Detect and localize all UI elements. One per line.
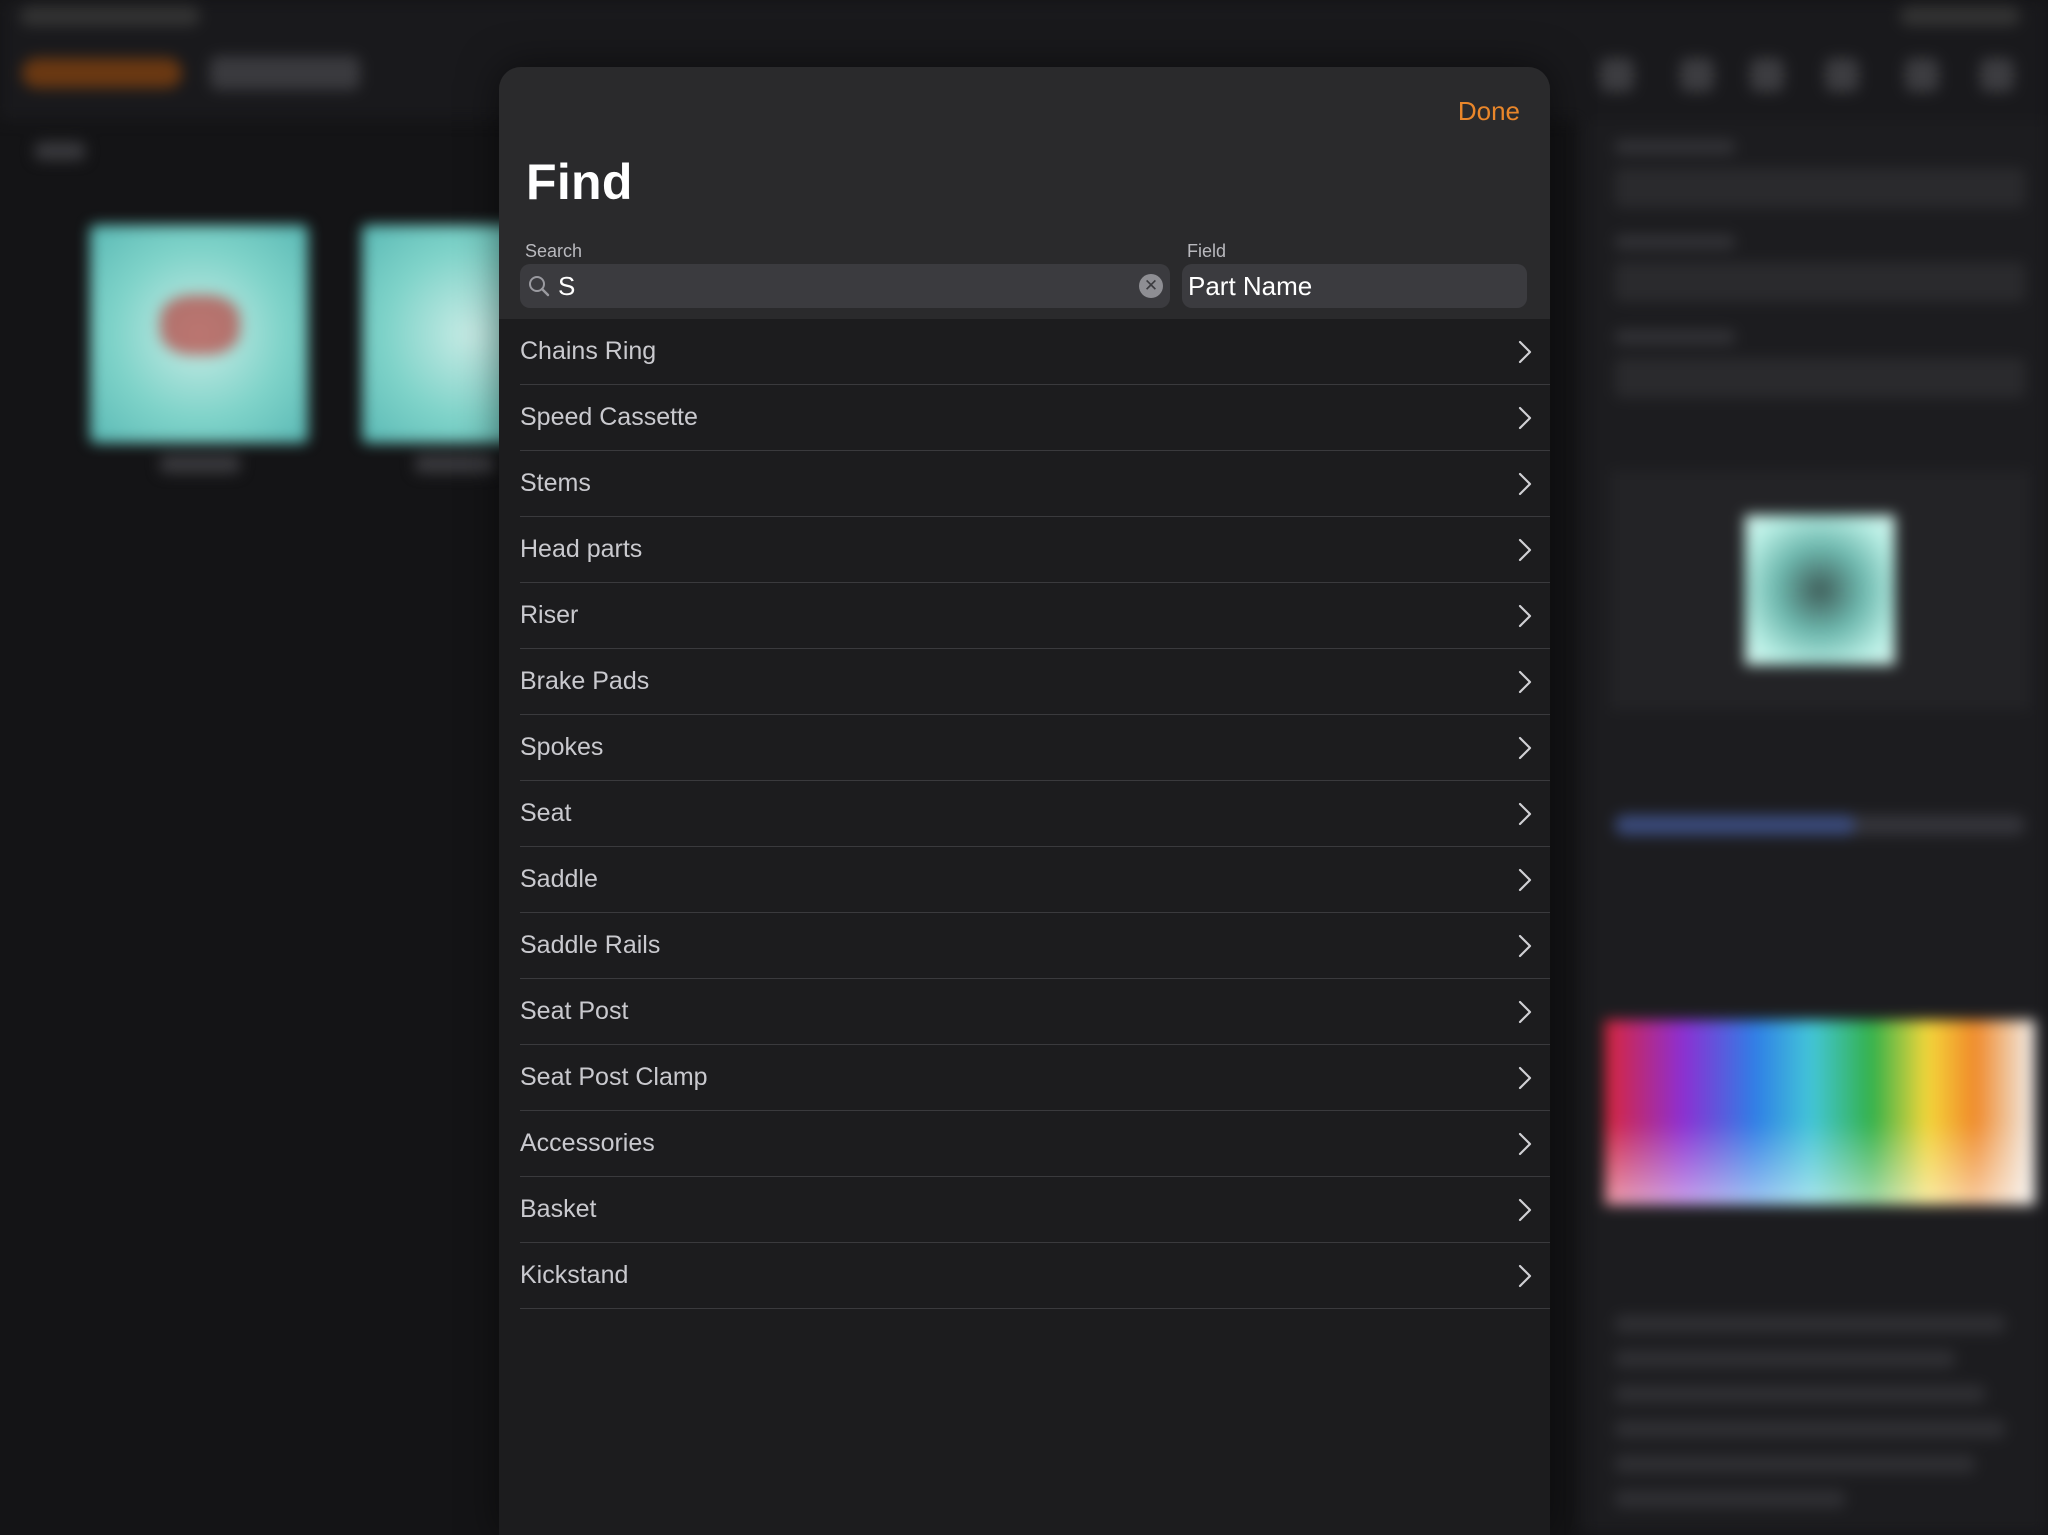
background-text [1615, 1315, 2005, 1333]
background-toolbar-icon [1600, 58, 1634, 92]
list-item-label: Kickstand [520, 1261, 629, 1289]
list-item-label: Speed Cassette [520, 403, 698, 431]
search-input[interactable] [558, 264, 1118, 308]
list-item-label: Spokes [520, 733, 604, 761]
chevron-right-icon [1518, 406, 1532, 430]
background-color-spectrum [1605, 1020, 2035, 1205]
done-button[interactable]: Done [1456, 91, 1522, 131]
find-header: Done Find Search Field ✕ Part Name [499, 67, 1550, 319]
list-item-label: Basket [520, 1195, 597, 1223]
list-item-label: Saddle [520, 865, 598, 893]
background-caption [160, 455, 240, 473]
list-item-label: Saddle Rails [520, 931, 661, 959]
background-field [1615, 262, 2025, 302]
background-toolbar-icon [1750, 58, 1784, 92]
list-item-label: Chains Ring [520, 337, 657, 365]
background-slider [1615, 815, 2025, 835]
background-toolbar-icon [1825, 58, 1859, 92]
background-thumbnail [90, 225, 308, 443]
chevron-right-icon [1518, 1264, 1532, 1288]
field-selector[interactable]: Part Name [1182, 264, 1527, 308]
chevron-right-icon [1518, 538, 1532, 562]
background-status-bar [20, 6, 200, 26]
background-text [1615, 1350, 1955, 1368]
list-item[interactable]: Basket [520, 1177, 1550, 1243]
chevron-right-icon [1518, 1198, 1532, 1222]
background-text [1615, 1385, 1985, 1403]
background-text [1615, 1420, 2005, 1438]
results-list: Chains Ring Speed Cassette Stems Head pa… [520, 319, 1550, 1309]
list-item[interactable]: Kickstand [520, 1243, 1550, 1309]
list-item[interactable]: Stems [520, 451, 1550, 517]
list-item[interactable]: Brake Pads [520, 649, 1550, 715]
search-caption: Search [525, 241, 583, 261]
list-item-label: Seat [520, 799, 572, 827]
list-item[interactable]: Speed Cassette [520, 385, 1550, 451]
chevron-right-icon [1518, 736, 1532, 760]
list-item[interactable]: Chains Ring [520, 319, 1550, 385]
list-item-label: Brake Pads [520, 667, 650, 695]
background-text [1615, 1455, 1975, 1473]
list-item[interactable]: Seat [520, 781, 1550, 847]
background-toolbar-icon [1980, 58, 2014, 92]
background-label [35, 142, 85, 160]
background-preview [1610, 470, 2030, 710]
background-field-label [1615, 140, 1735, 154]
find-sheet: Done Find Search Field ✕ Part Name Chain… [499, 67, 1550, 1535]
chevron-right-icon [1518, 1000, 1532, 1024]
background-tab-secondary [210, 56, 360, 90]
list-item[interactable]: Saddle Rails [520, 913, 1550, 979]
list-item-label: Seat Post Clamp [520, 1063, 708, 1091]
list-item-label: Accessories [520, 1129, 655, 1157]
background-toolbar-icon [1680, 58, 1714, 92]
chevron-right-icon [1518, 1066, 1532, 1090]
list-item[interactable]: Riser [520, 583, 1550, 649]
field-caption: Field [1187, 241, 1227, 261]
magnifying-glass-icon [529, 276, 550, 297]
list-item-label: Riser [520, 601, 579, 629]
page-title: Find [526, 154, 633, 210]
background-tab [22, 58, 182, 88]
background-caption [415, 455, 495, 473]
list-item[interactable]: Seat Post [520, 979, 1550, 1045]
list-item[interactable]: Seat Post Clamp [520, 1045, 1550, 1111]
background-field [1615, 358, 2025, 398]
chevron-right-icon [1518, 1132, 1532, 1156]
background-field [1615, 168, 2025, 208]
background-field-label [1615, 330, 1735, 344]
background-field-label [1615, 235, 1735, 249]
list-item[interactable]: Accessories [520, 1111, 1550, 1177]
background-toolbar-icon [1905, 58, 1939, 92]
chevron-right-icon [1518, 340, 1532, 364]
search-field[interactable]: ✕ [520, 264, 1170, 308]
list-item[interactable]: Head parts [520, 517, 1550, 583]
chevron-right-icon [1518, 802, 1532, 826]
list-item[interactable]: Saddle [520, 847, 1550, 913]
list-item[interactable]: Spokes [520, 715, 1550, 781]
clear-circle-icon[interactable]: ✕ [1139, 274, 1163, 298]
chevron-right-icon [1518, 868, 1532, 892]
list-item-label: Head parts [520, 535, 643, 563]
background-status-bar-right [1900, 6, 2020, 26]
chevron-right-icon [1518, 604, 1532, 628]
chevron-right-icon [1518, 934, 1532, 958]
chevron-right-icon [1518, 472, 1532, 496]
background-text [1615, 1490, 1845, 1508]
list-item-label: Seat Post [520, 997, 629, 1025]
list-item-label: Stems [520, 469, 591, 497]
chevron-right-icon [1518, 670, 1532, 694]
